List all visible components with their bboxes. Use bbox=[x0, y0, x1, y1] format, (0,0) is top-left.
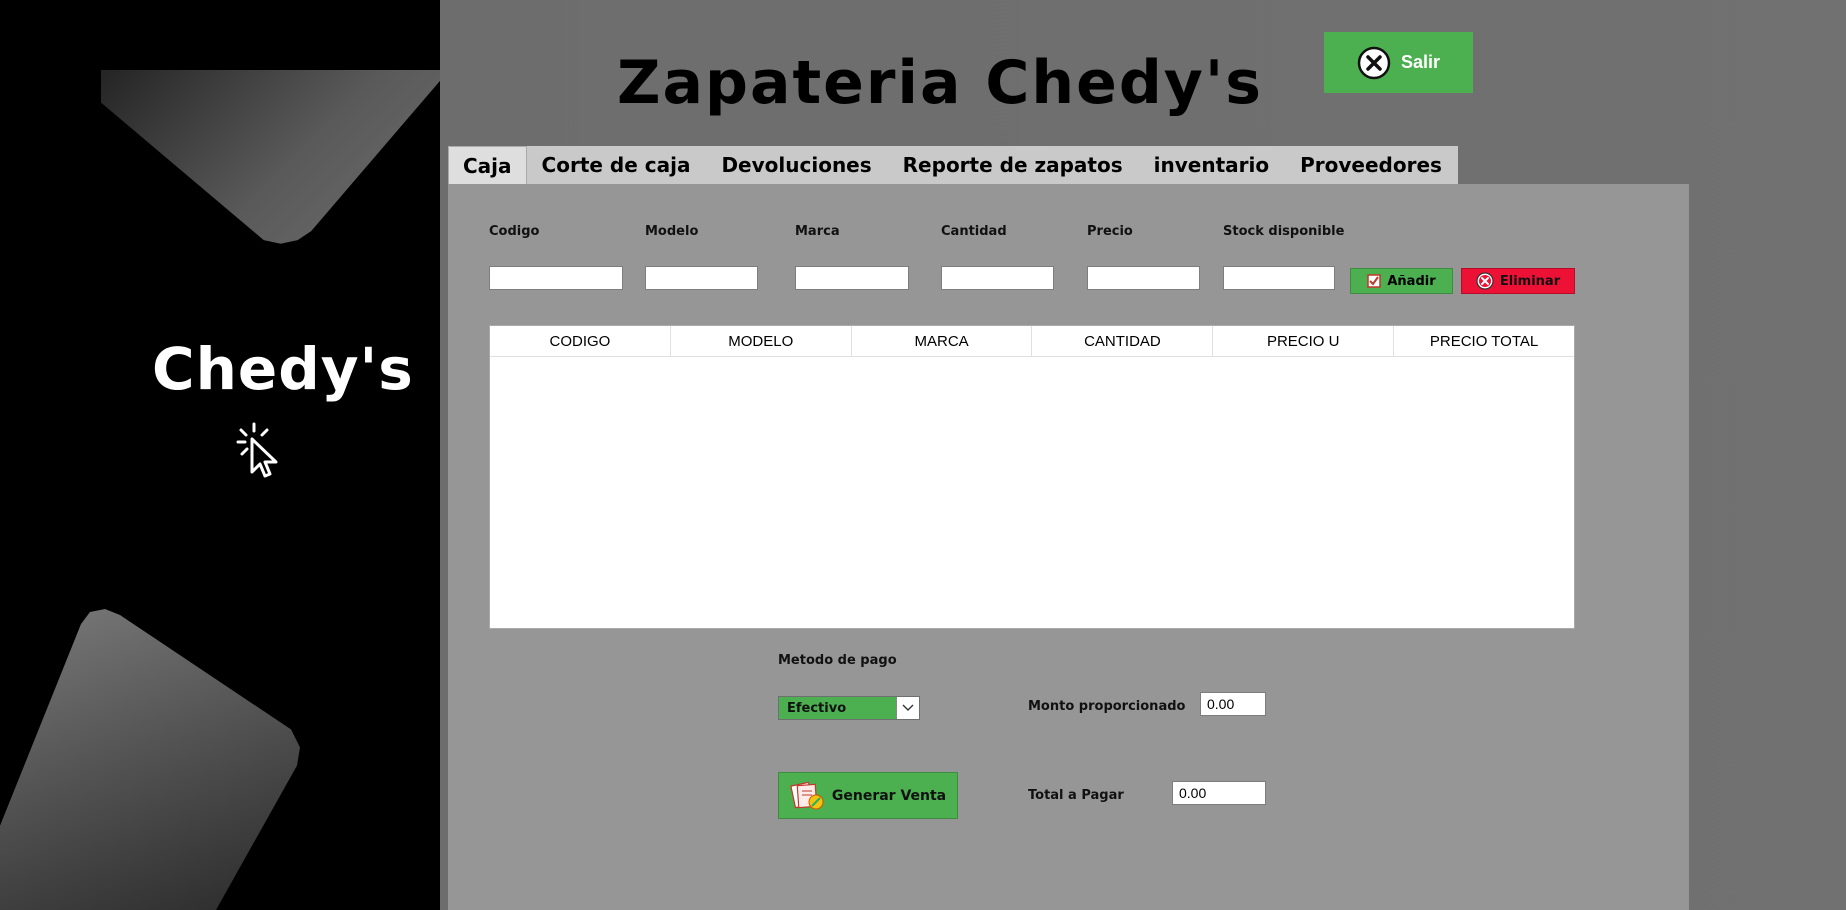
main-area: Zapateria Chedy's Salir Caja Corte de ca… bbox=[440, 0, 1846, 910]
modelo-field[interactable] bbox=[645, 266, 758, 290]
tab-corte-de-caja[interactable]: Corte de caja bbox=[526, 146, 707, 184]
generate-sale-label: Generar Venta bbox=[831, 787, 947, 804]
close-circle-icon bbox=[1476, 272, 1494, 290]
stock-label: Stock disponible bbox=[1223, 224, 1345, 239]
column-header-precio-u[interactable]: PRECIO U bbox=[1213, 326, 1395, 356]
precio-field[interactable] bbox=[1087, 266, 1200, 290]
precio-label: Precio bbox=[1087, 224, 1133, 239]
decorative-shape-bottom bbox=[0, 609, 300, 910]
caja-panel: Codigo Modelo Marca Cantidad Precio Stoc… bbox=[448, 184, 1689, 910]
marca-field[interactable] bbox=[795, 266, 909, 290]
total-field[interactable] bbox=[1172, 781, 1266, 805]
column-header-codigo[interactable]: CODIGO bbox=[490, 326, 671, 356]
tab-inventario[interactable]: inventario bbox=[1138, 146, 1286, 184]
column-header-modelo[interactable]: MODELO bbox=[671, 326, 852, 356]
tab-bar: Caja Corte de caja Devoluciones Reporte … bbox=[448, 146, 1458, 186]
payment-method-value: Efectivo bbox=[787, 700, 847, 716]
column-header-precio-total[interactable]: PRECIO TOTAL bbox=[1394, 326, 1574, 356]
add-label: Añadir bbox=[1387, 273, 1436, 289]
add-button[interactable]: Añadir bbox=[1350, 268, 1453, 294]
marca-label: Marca bbox=[795, 224, 840, 239]
amount-label: Monto proporcionado bbox=[1028, 699, 1186, 714]
tab-reporte-de-zapatos[interactable]: Reporte de zapatos bbox=[887, 146, 1139, 184]
delete-button[interactable]: Eliminar bbox=[1461, 268, 1575, 294]
cantidad-field[interactable] bbox=[941, 266, 1054, 290]
modelo-label: Modelo bbox=[645, 224, 699, 239]
decorative-shape-top bbox=[101, 70, 440, 244]
exit-button[interactable]: Salir bbox=[1324, 32, 1473, 93]
cursor-click-icon bbox=[236, 422, 278, 478]
delete-label: Eliminar bbox=[1499, 273, 1561, 289]
payment-method-select[interactable]: Efectivo bbox=[778, 696, 920, 720]
cantidad-label: Cantidad bbox=[941, 224, 1007, 239]
total-label: Total a Pagar bbox=[1028, 788, 1124, 803]
codigo-label: Codigo bbox=[489, 224, 540, 239]
chevron-down-icon[interactable] bbox=[896, 697, 919, 719]
tab-devoluciones[interactable]: Devoluciones bbox=[706, 146, 888, 184]
codigo-field[interactable] bbox=[489, 266, 623, 290]
receipt-icon bbox=[790, 781, 824, 809]
app-title: Zapateria Chedy's bbox=[617, 48, 1263, 118]
sales-table: CODIGO MODELO MARCA CANTIDAD PRECIO U PR… bbox=[489, 325, 1575, 629]
checkbox-icon bbox=[1367, 274, 1382, 288]
column-header-marca[interactable]: MARCA bbox=[852, 326, 1033, 356]
amount-field[interactable] bbox=[1200, 692, 1266, 716]
payment-method-label: Metodo de pago bbox=[778, 653, 897, 668]
brand-logo-text: Chedy's bbox=[152, 335, 414, 403]
table-body[interactable] bbox=[490, 357, 1574, 629]
stock-field[interactable] bbox=[1223, 266, 1335, 290]
exit-label: Salir bbox=[1400, 52, 1441, 72]
column-header-cantidad[interactable]: CANTIDAD bbox=[1032, 326, 1214, 356]
tab-proveedores[interactable]: Proveedores bbox=[1285, 146, 1458, 184]
table-header: CODIGO MODELO MARCA CANTIDAD PRECIO U PR… bbox=[490, 326, 1574, 357]
generate-sale-button[interactable]: Generar Venta bbox=[778, 772, 958, 819]
tab-caja[interactable]: Caja bbox=[448, 146, 527, 186]
sidebar: Chedy's bbox=[0, 0, 440, 910]
close-circle-icon bbox=[1357, 46, 1391, 79]
